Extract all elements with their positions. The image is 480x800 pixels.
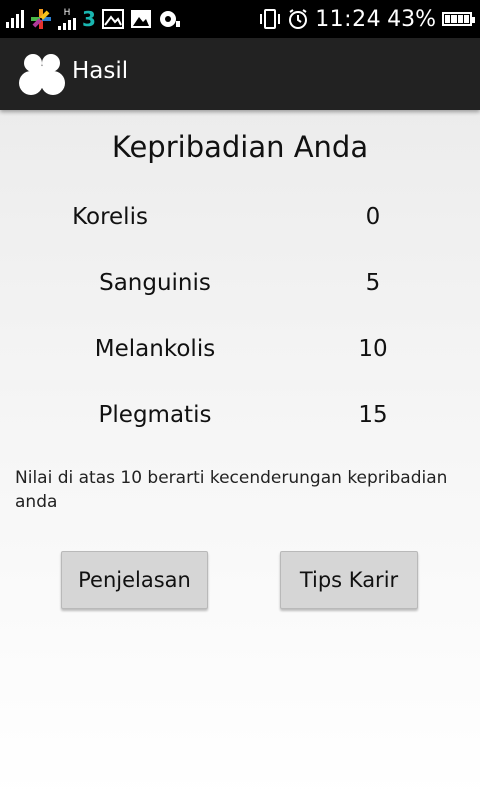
image-icon [130,10,151,28]
signal-icon [58,17,76,30]
image-icon [101,9,124,29]
clock-time: 11:24 [315,6,382,32]
record-icon [159,11,180,27]
status-bar-left: H 3 [6,6,182,32]
career-tips-button[interactable]: Tips Karir [280,551,418,609]
status-bar: H 3 11:24 43% [0,0,480,38]
result-label: Korelis [72,204,148,230]
result-value: 5 [365,270,381,296]
explanation-button[interactable]: Penjelasan [61,551,208,609]
network-type-indicator: H [58,7,76,30]
page-title: Hasil [72,58,129,84]
battery-icon [442,12,475,26]
result-row-korelis: Korelis 0 [0,198,480,238]
result-row-melankolis: Melankolis 10 [0,330,480,370]
results-heading: Kepribadian Anda [111,130,369,164]
alarm-icon [289,9,308,29]
carrier-3-icon: 3 [82,7,96,31]
result-row-plegmatis: Plegmatis 15 [0,396,480,436]
status-bar-right: 11:24 43% [259,6,475,32]
result-value: 15 [358,402,388,428]
result-note: Nilai di atas 10 berarti kecenderungan k… [15,468,448,512]
result-value: 10 [358,336,388,362]
battery-percent: 43% [387,6,436,32]
result-label: Melankolis [94,336,216,362]
people-icon[interactable] [18,50,66,96]
result-row-sanguinis: Sanguinis 5 [0,264,480,304]
vibrate-icon [260,9,281,29]
network-type-label: H [63,7,71,18]
star-icon [31,9,51,29]
result-label: Plegmatis [98,402,212,428]
signal-icon [6,10,24,28]
action-bar: Hasil [0,38,480,110]
result-label: Sanguinis [99,270,211,296]
result-value: 0 [365,204,381,230]
